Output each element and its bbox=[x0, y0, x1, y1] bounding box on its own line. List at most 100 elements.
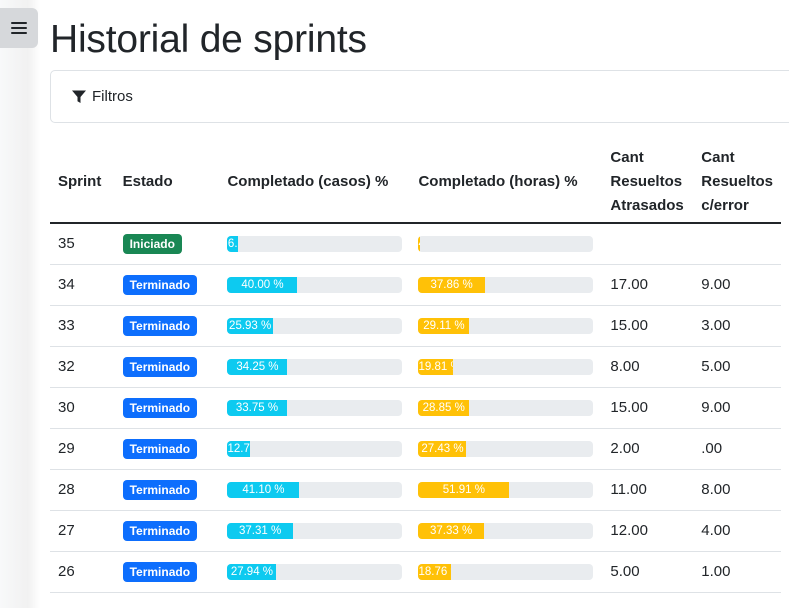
filters-label: Filtros bbox=[92, 88, 133, 105]
sprint-number: 33 bbox=[50, 305, 115, 347]
late-resolved-count: 8.00 bbox=[602, 346, 694, 388]
table-row[interactable]: 35 Iniciado 6. 4 bbox=[50, 223, 781, 265]
sprint-number: 29 bbox=[50, 428, 115, 470]
hours-progress: 19.81 % bbox=[418, 358, 594, 375]
table-row[interactable]: 33 Terminado 25.93 % 29.11 % 15.00 3.00 bbox=[50, 305, 781, 347]
status-cell: Terminado bbox=[114, 387, 220, 429]
status-cell: Iniciado bbox=[114, 223, 220, 265]
sprint-number: 26 bbox=[50, 551, 115, 593]
late-resolved-count: 2.00 bbox=[602, 428, 694, 470]
cases-progress: 37.31 % bbox=[227, 522, 403, 539]
status-cell: Terminado bbox=[114, 510, 220, 552]
cases-progress: 41.10 % bbox=[227, 481, 403, 498]
hours-progress: 27.43 % bbox=[418, 440, 594, 457]
table-row[interactable]: 27 Terminado 37.31 % 37.33 % 12.00 4.00 bbox=[50, 510, 781, 552]
status-badge: Terminado bbox=[122, 479, 198, 500]
hours-progress-bar: 51.91 % bbox=[418, 481, 510, 498]
error-resolved-count: 1.00 bbox=[693, 551, 781, 593]
hours-progress: 37.33 % bbox=[418, 522, 594, 539]
status-badge: Terminado bbox=[122, 274, 198, 295]
header-horas[interactable]: Completado (horas) % bbox=[410, 142, 603, 224]
status-cell: Terminado bbox=[114, 469, 220, 511]
cases-progress-cell: 37.31 % bbox=[219, 510, 411, 552]
cases-progress: 6. bbox=[227, 235, 403, 252]
sprint-number: 30 bbox=[50, 387, 115, 429]
cases-progress: 12.7 bbox=[227, 440, 403, 457]
sprint-number: 35 bbox=[50, 223, 115, 265]
status-cell: Terminado bbox=[114, 428, 220, 470]
sprint-number: 32 bbox=[50, 346, 115, 388]
funnel-icon bbox=[72, 90, 86, 103]
table-header-row: Sprint Estado Completado (casos) % Compl… bbox=[50, 142, 781, 224]
header-atrasados[interactable]: Cant Resueltos Atrasados bbox=[602, 142, 694, 224]
sprint-number: 27 bbox=[50, 510, 115, 552]
status-cell: Terminado bbox=[114, 305, 220, 347]
late-resolved-count: 5.00 bbox=[602, 551, 694, 593]
menu-toggle-button[interactable] bbox=[0, 8, 38, 48]
status-badge: Terminado bbox=[122, 315, 198, 336]
header-atrasados-line1: Cant bbox=[610, 149, 644, 166]
header-error[interactable]: Cant Resueltos c/error bbox=[693, 142, 781, 224]
header-sprint[interactable]: Sprint bbox=[50, 142, 115, 224]
header-casos[interactable]: Completado (casos) % bbox=[219, 142, 411, 224]
cases-progress-bar: 25.93 % bbox=[227, 317, 273, 334]
late-resolved-count bbox=[602, 223, 694, 265]
hours-progress: 51.91 % bbox=[418, 481, 594, 498]
cases-progress-bar: 34.25 % bbox=[227, 358, 288, 375]
hours-progress: 28.85 % bbox=[418, 399, 594, 416]
hours-progress-bar: 37.33 % bbox=[418, 522, 484, 539]
filters-toggle[interactable]: Filtros bbox=[50, 70, 789, 123]
sidebar-edge bbox=[0, 0, 40, 608]
table-row[interactable]: 32 Terminado 34.25 % 19.81 % 8.00 5.00 bbox=[50, 346, 781, 388]
cases-progress-bar: 33.75 % bbox=[227, 399, 287, 416]
status-badge: Terminado bbox=[122, 561, 198, 582]
header-error-line2: Resueltos bbox=[701, 173, 773, 190]
status-badge: Terminado bbox=[122, 356, 198, 377]
cases-progress-cell: 27.94 % bbox=[219, 551, 411, 593]
cases-progress: 27.94 % bbox=[227, 563, 403, 580]
cases-progress-cell: 12.7 bbox=[219, 428, 411, 470]
hours-progress: 18.76 % bbox=[418, 563, 594, 580]
status-badge: Terminado bbox=[122, 520, 198, 541]
hours-progress-cell: 28.85 % bbox=[410, 387, 603, 429]
header-error-line1: Cant bbox=[701, 149, 735, 166]
hours-progress: 29.11 % bbox=[418, 317, 594, 334]
hours-progress-cell: 51.91 % bbox=[410, 469, 603, 511]
cases-progress-cell: 25.93 % bbox=[219, 305, 411, 347]
status-badge: Terminado bbox=[122, 438, 198, 459]
error-resolved-count: 5.00 bbox=[693, 346, 781, 388]
late-resolved-count: 17.00 bbox=[602, 264, 694, 306]
header-error-line3: c/error bbox=[701, 197, 749, 214]
error-resolved-count: 4.00 bbox=[693, 510, 781, 552]
error-resolved-count: 9.00 bbox=[693, 387, 781, 429]
hours-progress-cell: 27.43 % bbox=[410, 428, 603, 470]
error-resolved-count: .00 bbox=[693, 428, 781, 470]
cases-progress: 33.75 % bbox=[227, 399, 403, 416]
hamburger-icon bbox=[11, 21, 27, 35]
page-title: Historial de sprints bbox=[50, 18, 367, 61]
hours-progress-bar: 28.85 % bbox=[418, 399, 469, 416]
error-resolved-count: 9.00 bbox=[693, 264, 781, 306]
header-estado[interactable]: Estado bbox=[114, 142, 220, 224]
error-resolved-count bbox=[693, 223, 781, 265]
hours-progress-bar: 27.43 % bbox=[418, 440, 467, 457]
table-row[interactable]: 34 Terminado 40.00 % 37.86 % 17.00 9.00 bbox=[50, 264, 781, 306]
hours-progress-bar: 29.11 % bbox=[418, 317, 470, 334]
hours-progress-bar: 37.86 % bbox=[418, 276, 485, 293]
cases-progress-bar: 40.00 % bbox=[227, 276, 298, 293]
hours-progress-bar: 4 bbox=[418, 235, 421, 252]
hours-progress-cell: 4 bbox=[410, 223, 603, 265]
table-row[interactable]: 26 Terminado 27.94 % 18.76 % 5.00 1.00 bbox=[50, 551, 781, 593]
cases-progress: 25.93 % bbox=[227, 317, 403, 334]
sprint-number: 34 bbox=[50, 264, 115, 306]
status-badge: Terminado bbox=[122, 397, 198, 418]
table-row[interactable]: 28 Terminado 41.10 % 51.91 % 11.00 8.00 bbox=[50, 469, 781, 511]
cases-progress-cell: 6. bbox=[219, 223, 411, 265]
cases-progress-bar: 37.31 % bbox=[227, 522, 293, 539]
table-row[interactable]: 30 Terminado 33.75 % 28.85 % 15.00 9.00 bbox=[50, 387, 781, 429]
cases-progress-bar: 27.94 % bbox=[227, 563, 277, 580]
table-row[interactable]: 29 Terminado 12.7 27.43 % 2.00 .00 bbox=[50, 428, 781, 470]
sprint-number: 28 bbox=[50, 469, 115, 511]
cases-progress: 40.00 % bbox=[227, 276, 403, 293]
cases-progress-cell: 33.75 % bbox=[219, 387, 411, 429]
